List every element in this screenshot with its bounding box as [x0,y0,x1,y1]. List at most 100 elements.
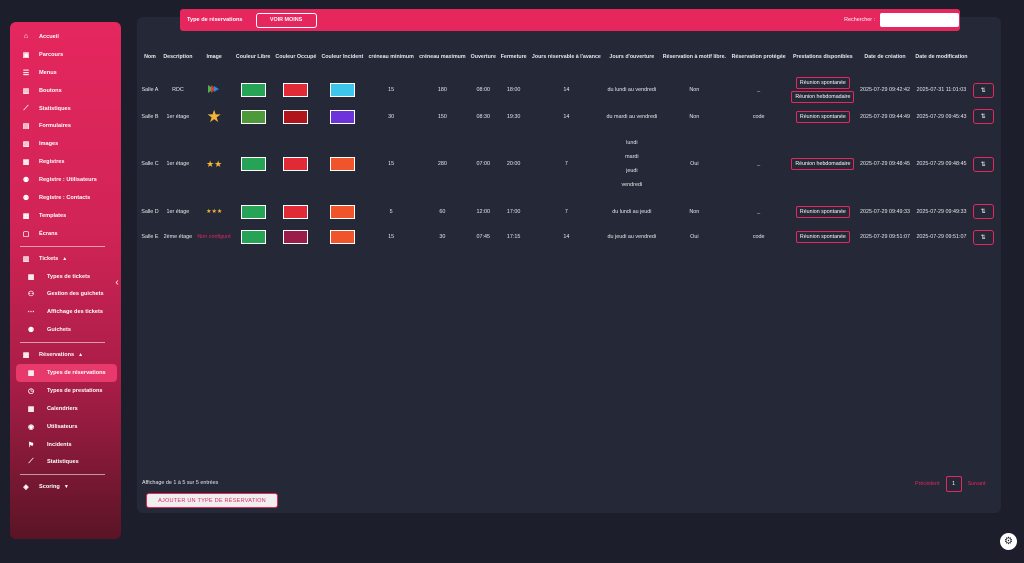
user-circle-icon: ◉ [27,423,35,431]
edit-action-button[interactable]: ⇅ [972,156,994,172]
sidebar-item-label: Guichets [47,327,71,334]
opening-day: vendredi [621,182,643,188]
see-less-button[interactable]: VOIR MOINS [255,12,317,28]
sidebar-item-formulaires[interactable]: ▤ Formulaires [10,117,121,135]
column-header: Nom [144,54,156,60]
modification-date: 2025-07-31 11:01:03 [916,87,967,93]
color-libre-cell [233,76,272,104]
modification-date: 2025-07-29 09:51:07 [916,234,967,240]
sidebar-section-label: Tickets [39,255,59,262]
sidebar-item-registres[interactable]: ▦ Registres [10,153,121,171]
sidebar-item-statistiques[interactable]: ⟋ Statistiques [10,100,121,118]
protected-reservation: code [752,113,765,120]
edit-action-button[interactable]: ⇅ [972,229,994,245]
opening-days-list: lundi mardi jeudi vendredi [606,140,658,188]
service-badge[interactable]: Réunion hebdomadaire [791,91,855,103]
services-list: Réunion spontanée Réunion hebdomadaire [791,76,856,104]
room-description: RDC [172,87,184,93]
add-reservation-type-button[interactable]: AJOUTER UN TYPE DE RÉSERVATION [146,493,278,508]
settings-gear-icon[interactable]: ⚙ [1000,533,1017,550]
edit-action-button[interactable]: ⇅ [972,204,994,219]
room-image-cell [195,76,234,104]
sidebar-item-gestion-des-guichets[interactable]: ⚇ Gestion des guichets [10,285,121,303]
sidebar-item-label: Registre : Contacts [39,194,91,201]
sidebar-section-reservations[interactable]: ▦ Réservations ▲ [10,346,121,364]
collapse-sidebar-icon[interactable]: ‹ [112,276,122,288]
color-incident-cell [319,104,366,129]
sidebar-item-registre-utilisateurs[interactable]: ⚉ Registre : Utilisateurs [10,171,121,189]
sidebar-item-templates[interactable]: ▩ Templates [10,207,121,225]
sidebar-item-parcours[interactable]: ▣ Parcours [10,46,121,64]
service-badge[interactable]: Réunion spontanée [795,231,850,243]
search-input[interactable] [880,13,959,27]
sidebar-item-types-de-prestations[interactable]: ◷ Types de prestations [10,382,121,400]
table-body: Salle A RDC 15 180 08:00 18:00 14 du lundi au v… [139,76,996,250]
color-swatch-occupe [283,230,309,244]
counters-icon: ⚉ [27,327,35,335]
service-badge[interactable]: Réunion hebdomadaire [791,158,855,170]
edit-action-button[interactable]: ⇅ [972,109,994,124]
opening-day: du lundi au jeudi [612,208,652,215]
column-header: Date de modification [915,54,968,60]
page-number-button[interactable]: 1 [945,476,962,492]
color-swatch-incident [329,204,355,219]
sidebar-section-scoring[interactable]: ◈ Scoring ▼ [10,478,121,496]
color-swatch-libre [240,230,266,244]
opening-time: 08:30 [476,113,491,120]
edit-action-button[interactable]: ⇅ [972,82,994,98]
sidebar-tickets-group: ▦ Types de tickets ⚇ Gestion des guichets ⋯ A… [10,268,121,340]
color-libre-cell [233,224,272,250]
closing-time: 17:00 [506,208,521,215]
service-badge[interactable]: Réunion spontanée [795,205,850,218]
service-badge[interactable]: Réunion spontanée [795,110,850,123]
calendar-icon: ▦ [27,369,35,377]
table-row: Salle C 1er étage ★★ 15 280 07:00 20:00 7 lundi m… [139,129,996,199]
sidebar-item-label: Utilisateurs [47,423,78,430]
sidebar-item-types-de-reservations[interactable]: ▦ Types de réservations [16,364,117,382]
opening-time: 08:00 [476,87,491,93]
sidebar-item-accueil[interactable]: ⌂ Accueil [10,28,121,46]
sidebar-item-calendriers[interactable]: ▦ Calendriers [10,400,121,418]
color-occupe-cell [273,199,319,224]
sidebar-item-menus[interactable]: ☰ Menus [10,64,121,82]
next-page-link[interactable]: Suivant [968,481,986,487]
list-icon: ☰ [22,69,30,77]
sidebar-item-guichets[interactable]: ⚉ Guichets [10,321,121,339]
sidebar-item-statistiques[interactable]: ⟋ Statistiques [10,453,121,471]
room-image-cell: ★★ [195,129,234,199]
days-in-advance: 14 [563,234,570,240]
sidebar-item-boutons[interactable]: ▥ Boutons [10,82,121,100]
column-header: Description [163,54,193,60]
slot-maximum: 180 [437,87,447,93]
opening-days: du jeudi au vendredi [604,224,660,250]
sidebar-item-images[interactable]: ▨ Images [10,135,121,153]
closing-time: 17:15 [506,234,521,240]
opening-day: du jeudi au vendredi [607,234,657,240]
column-header: Couleur Libre [235,54,271,60]
sidebar-item-types-de-tickets[interactable]: ▦ Types de tickets [10,268,121,286]
service-badge[interactable]: Réunion spontanée [795,77,850,89]
actions-cell: ⇅ [970,129,996,199]
sidebar-item-label: Menus [39,69,57,76]
previous-page-link[interactable]: Précédent [915,481,940,487]
opening-days: du lundi au vendredi [604,76,660,104]
opening-time: 12:00 [476,208,491,215]
sidebar-item-label: Registres [39,159,65,166]
table-info: Affichage de 1 à 5 sur 5 entrées [142,480,219,486]
actions-cell: ⇅ [970,76,996,104]
sidebar-section-tickets[interactable]: ▥ Tickets ▲ [10,250,121,268]
table-row: Salle D 1er étage ★★★ 5 60 12:00 17:00 7 du lund… [139,199,996,224]
sidebar-item-ecrans[interactable]: ▢ Écrans [10,225,121,243]
sidebar-item-utilisateurs[interactable]: ◉ Utilisateurs [10,418,121,436]
slot-minimum: 15 [388,234,395,240]
opening-days-list: du lundi au jeudi [606,209,658,215]
sidebar-item-affichage-des-tickets[interactable]: ⋯ Affichage des tickets [10,303,121,321]
sidebar-item-label: Statistiques [47,459,79,466]
sidebar-item-label: Incidents [47,441,72,448]
caret-up-icon: ▲ [78,352,84,359]
opening-day: lundi [626,140,638,146]
sidebar-item-registre-contacts[interactable]: ⚉ Registre : Contacts [10,189,121,207]
color-swatch-occupe [283,157,309,171]
sidebar-item-incidents[interactable]: ⚑ Incidents [10,436,121,454]
sidebar-item-label: Templates [39,212,67,219]
